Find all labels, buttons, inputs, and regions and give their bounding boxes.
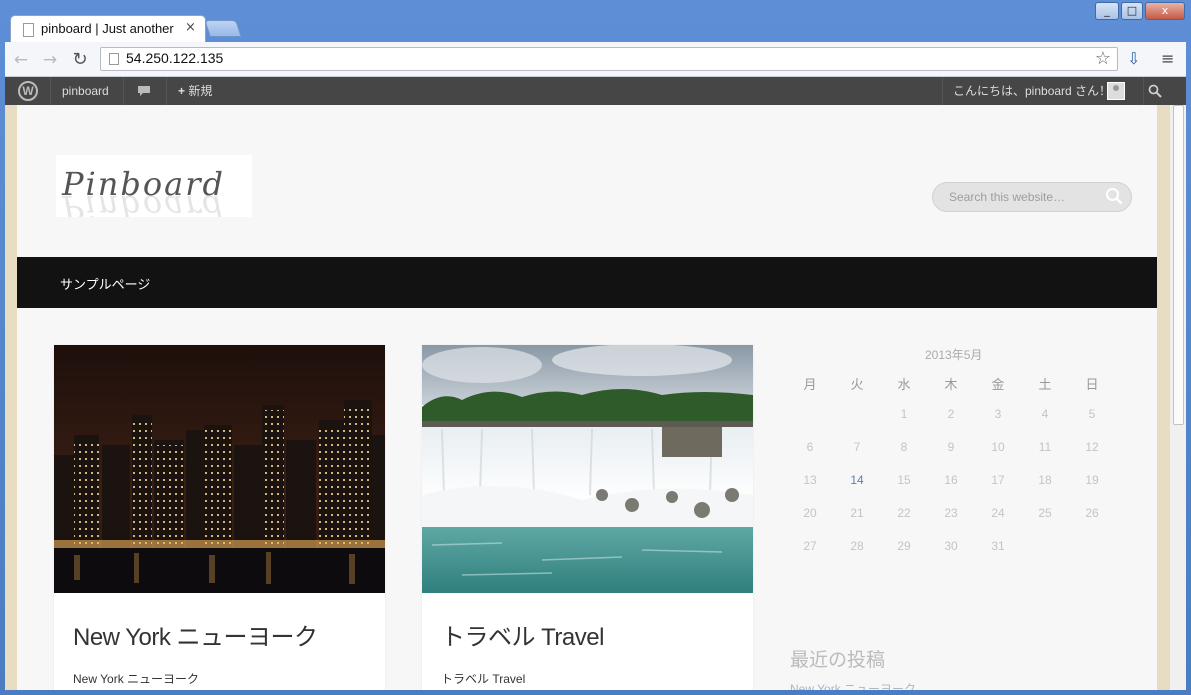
calendar-day: 13	[803, 473, 817, 487]
calendar-day: 21	[850, 506, 864, 520]
calendar-weekday: 土	[1038, 377, 1052, 392]
calendar-weekday: 水	[897, 377, 911, 392]
post-excerpt: New York ニューヨーク	[73, 672, 200, 686]
calendar-caption: 2013年5月	[925, 348, 983, 362]
close-window-button[interactable]: x	[1145, 2, 1185, 20]
calendar-day: 6	[806, 440, 814, 454]
calendar-day: 16	[944, 473, 958, 487]
calendar-day: 9	[947, 440, 955, 454]
post-excerpt: トラベル Travel	[441, 672, 526, 686]
avatar[interactable]	[1107, 82, 1125, 100]
scrollbar[interactable]	[1169, 105, 1186, 690]
site-logo[interactable]: Pinboard Pinboard	[56, 155, 252, 217]
main-navigation: サンプルページ	[17, 257, 1157, 308]
scrollbar-thumb[interactable]	[1173, 105, 1184, 425]
calendar-day: 5	[1088, 407, 1096, 421]
calendar-day: 15	[897, 473, 911, 487]
browser-window: pinboard | Just another × _ □ x ← → ↻ 54…	[0, 0, 1191, 695]
calendar-weekday: 日	[1085, 377, 1099, 392]
recent-posts-heading: 最近の投稿	[790, 650, 886, 671]
calendar-day: 11	[1038, 440, 1052, 454]
recent-post-link[interactable]: New York ニューヨーク	[790, 680, 916, 690]
reload-icon[interactable]: ↻	[69, 49, 91, 71]
admin-search-icon[interactable]	[1148, 77, 1162, 105]
calendar-day: 4	[1041, 407, 1049, 421]
site-page: Pinboard Pinboard Search this website… サ…	[17, 105, 1157, 690]
nav-item-sample-page[interactable]: サンプルページ	[60, 274, 150, 293]
calendar-day: 24	[991, 506, 1005, 520]
calendar-day: 25	[1038, 506, 1052, 520]
post-thumbnail-waterfall[interactable]	[422, 345, 753, 593]
calendar-day: 3	[994, 407, 1002, 421]
post-card[interactable]: トラベル Travel トラベル Travel	[422, 345, 753, 690]
post-card[interactable]: New York ニューヨーク New York ニューヨーク	[54, 345, 385, 690]
tab-strip: pinboard | Just another × _ □ x	[0, 0, 1191, 42]
admin-greeting[interactable]: こんにちは、pinboard さん！	[953, 77, 1111, 105]
page-viewport: W pinboard + 新規 こんにちは、pinboard さん！ Pinbo…	[5, 77, 1186, 690]
search-placeholder: Search this website…	[949, 190, 1066, 204]
calendar-day: 22	[897, 506, 911, 520]
menu-icon[interactable]: ≡	[1161, 49, 1174, 68]
post-title[interactable]: New York ニューヨーク	[73, 617, 318, 652]
forward-arrow-icon[interactable]: →	[39, 49, 61, 71]
calendar-day: 20	[803, 506, 817, 520]
browser-tab[interactable]: pinboard | Just another ×	[10, 15, 206, 42]
calendar-weekday: 火	[850, 377, 864, 392]
comments-icon[interactable]	[136, 77, 152, 105]
page-icon	[23, 23, 34, 37]
calendar-day: 2	[947, 407, 955, 421]
maximize-button[interactable]: □	[1121, 2, 1143, 20]
post-thumbnail-city-skyline[interactable]	[54, 345, 385, 593]
calendar-weekday: 月	[803, 377, 817, 392]
calendar-day: 26	[1085, 506, 1099, 520]
browser-toolbar: ← → ↻ 54.250.122.135 ☆ ⇩ ≡	[5, 42, 1186, 77]
new-tab-button[interactable]	[204, 20, 242, 37]
bookmark-star-icon[interactable]: ☆	[1095, 48, 1111, 69]
back-arrow-icon[interactable]: ←	[10, 49, 32, 71]
logo-reflection: Pinboard	[62, 188, 225, 217]
wordpress-logo-icon[interactable]: W	[18, 81, 38, 101]
minimize-button[interactable]: _	[1095, 2, 1119, 20]
calendar-day: 17	[991, 473, 1005, 487]
calendar-day: 8	[900, 440, 908, 454]
download-icon[interactable]: ⇩	[1127, 49, 1140, 68]
wp-admin-bar: W pinboard + 新規 こんにちは、pinboard さん！	[5, 77, 1186, 105]
calendar-day: 30	[944, 539, 958, 553]
calendar-day: 7	[853, 440, 861, 454]
new-label: 新規	[188, 84, 213, 98]
calendar-day: 27	[803, 539, 817, 553]
tab-close-icon[interactable]: ×	[185, 20, 196, 35]
post-title[interactable]: トラベル Travel	[441, 617, 604, 652]
calendar-weekday: 木	[944, 377, 958, 392]
admin-site-name[interactable]: pinboard	[62, 77, 109, 105]
calendar-day: 18	[1038, 473, 1052, 487]
calendar-day: 19	[1085, 473, 1099, 487]
search-icon[interactable]	[1105, 187, 1123, 205]
calendar-day: 12	[1085, 440, 1099, 454]
plus-icon: +	[178, 84, 186, 98]
calendar-day: 10	[991, 440, 1005, 454]
site-search-input[interactable]: Search this website…	[932, 182, 1132, 212]
calendar-day: 23	[944, 506, 958, 520]
address-bar[interactable]: 54.250.122.135 ☆	[100, 47, 1118, 71]
new-content-menu[interactable]: + 新規	[178, 77, 212, 105]
calendar-day: 1	[900, 407, 908, 421]
calendar-day: 28	[850, 539, 864, 553]
calendar-weekday: 金	[991, 377, 1005, 392]
calendar-day: 29	[897, 539, 911, 553]
calendar-day: 31	[991, 539, 1005, 553]
page-icon	[109, 53, 119, 65]
calendar-day-link[interactable]: 14	[837, 473, 877, 487]
tab-title: pinboard | Just another	[41, 21, 174, 36]
url-text[interactable]: 54.250.122.135	[126, 50, 223, 66]
